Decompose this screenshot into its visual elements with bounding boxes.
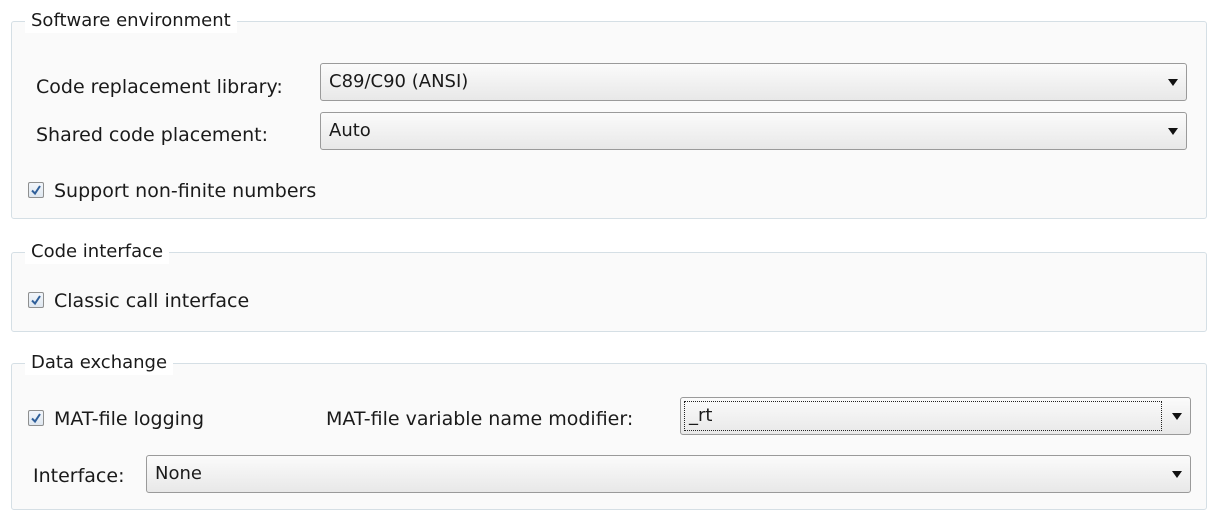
checkmark-icon — [31, 295, 41, 306]
shared-code-placement-select[interactable]: Auto — [320, 112, 1187, 150]
classic-call-interface-label[interactable]: Classic call interface — [54, 289, 249, 313]
interface-label: Interface: — [33, 465, 125, 487]
group-title-code-interface: Code interface — [25, 240, 170, 264]
focus-ring — [684, 401, 1162, 431]
group-title-data-exchange: Data exchange — [25, 351, 174, 375]
group-title-software-environment: Software environment — [25, 9, 237, 33]
chevron-down-icon — [1168, 79, 1178, 86]
mat-file-logging-checkbox[interactable] — [28, 410, 44, 426]
interface-value: None — [155, 463, 202, 484]
code-replacement-library-select[interactable]: C89/C90 (ANSI) — [320, 63, 1187, 101]
mat-file-modifier-select[interactable]: _rt — [680, 397, 1191, 435]
chevron-down-icon — [1168, 128, 1178, 135]
classic-call-interface-checkbox[interactable] — [28, 292, 44, 308]
checkmark-icon — [31, 185, 41, 196]
interface-select[interactable]: None — [146, 455, 1191, 493]
chevron-down-icon — [1172, 471, 1182, 478]
mat-file-modifier-label: MAT-file variable name modifier: — [326, 408, 634, 430]
code-replacement-library-value: C89/C90 (ANSI) — [329, 71, 469, 92]
mat-file-modifier-value: _rt — [689, 405, 713, 426]
software-environment-group: Software environment Code replacement li… — [11, 9, 1207, 219]
support-non-finite-checkbox[interactable] — [28, 182, 44, 198]
support-non-finite-label[interactable]: Support non-finite numbers — [54, 179, 316, 203]
checkmark-icon — [31, 413, 41, 424]
code-replacement-library-label: Code replacement library: — [36, 76, 283, 98]
shared-code-placement-value: Auto — [329, 120, 371, 141]
shared-code-placement-label: Shared code placement: — [36, 124, 268, 146]
code-interface-group: Code interface Classic call interface — [11, 240, 1207, 332]
mat-file-logging-label[interactable]: MAT-file logging — [54, 407, 204, 431]
data-exchange-group: Data exchange MAT-file logging MAT-file … — [11, 351, 1207, 510]
chevron-down-icon — [1172, 413, 1182, 420]
